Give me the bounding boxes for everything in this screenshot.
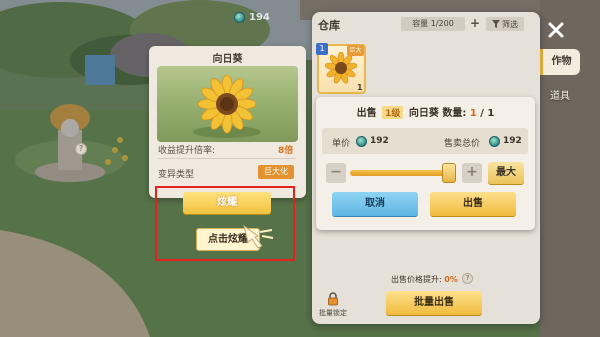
sell-price-boost: 出售价格提升: 0% bbox=[391, 274, 458, 285]
teal-coin-icon bbox=[356, 136, 367, 147]
cancel-button[interactable]: 取消 bbox=[332, 192, 418, 216]
teal-coin-icon bbox=[489, 136, 500, 147]
batch-lock-button[interactable]: 批量锁定 bbox=[314, 292, 352, 320]
sell-item-name: 向日葵 bbox=[408, 108, 439, 119]
mutation-label: 变异类型 bbox=[158, 170, 195, 180]
sell-level-badge: 1级 bbox=[382, 106, 404, 119]
boost-label: 出售价格提升: bbox=[391, 275, 442, 284]
sell-qty-current: 1 bbox=[469, 108, 477, 119]
show-off-button[interactable]: 炫耀 bbox=[183, 192, 271, 214]
mutation-badge: 巨大化 bbox=[258, 165, 294, 179]
sunflower-icon bbox=[193, 74, 261, 138]
rate-label: 收益提升倍率: bbox=[158, 146, 216, 156]
batch-sell-button[interactable]: 批量出售 bbox=[386, 291, 482, 315]
rate-help-icon[interactable]: ? bbox=[75, 143, 87, 155]
quantity-slider-fill bbox=[350, 170, 456, 176]
boost-help-icon[interactable]: ? bbox=[462, 273, 473, 284]
currency-amount: 194 bbox=[249, 11, 270, 23]
capacity-display: 容量 1/200 bbox=[401, 17, 465, 31]
total-price-label: 售卖总价 bbox=[444, 139, 481, 149]
batch-lock-label: 批量锁定 bbox=[319, 309, 347, 317]
slot-quantity: 1 bbox=[357, 83, 363, 92]
quantity-slider-thumb[interactable] bbox=[442, 163, 456, 183]
slot-level-badge: 1 bbox=[316, 43, 328, 55]
filter-label: 筛选 bbox=[502, 19, 518, 29]
sell-prefix: 出售 bbox=[356, 108, 377, 119]
unit-price-value: 192 bbox=[370, 136, 389, 146]
tab-crops[interactable]: 作物 bbox=[540, 49, 580, 75]
item-image bbox=[157, 66, 298, 142]
quantity-slider[interactable] bbox=[350, 170, 456, 176]
pointing-hand-icon bbox=[243, 224, 274, 249]
warehouse-title: 仓库 bbox=[318, 19, 340, 32]
filter-icon bbox=[492, 20, 500, 28]
max-quantity-button[interactable]: 最大 bbox=[488, 162, 524, 184]
teal-coin-icon bbox=[234, 11, 245, 23]
expand-capacity-button[interactable]: + bbox=[468, 17, 482, 31]
sell-heading: 出售 1级 向日葵 数量: 1 / 1 bbox=[316, 104, 535, 119]
detail-divider bbox=[158, 158, 296, 159]
increase-quantity-button[interactable]: + bbox=[462, 163, 482, 183]
total-price-value: 192 bbox=[503, 136, 522, 146]
unit-price-label: 单价 bbox=[332, 139, 351, 149]
currency-display: 194 bbox=[234, 9, 270, 25]
boost-value: 0% bbox=[444, 275, 458, 284]
close-icon[interactable] bbox=[546, 20, 566, 40]
decrease-quantity-button[interactable]: − bbox=[326, 163, 346, 183]
sell-button[interactable]: 出售 bbox=[430, 192, 516, 216]
rate-value: 8倍 bbox=[278, 146, 294, 156]
filter-button[interactable]: 筛选 bbox=[486, 17, 524, 31]
item-title: 向日葵 bbox=[212, 54, 243, 65]
sell-qty-label: 数量: bbox=[442, 108, 467, 119]
slot-mutation-tag: 巨大 bbox=[347, 45, 364, 56]
tab-tools[interactable]: 道具 bbox=[540, 84, 580, 110]
lock-icon bbox=[328, 292, 338, 306]
sell-qty-total: / 1 bbox=[480, 108, 495, 119]
